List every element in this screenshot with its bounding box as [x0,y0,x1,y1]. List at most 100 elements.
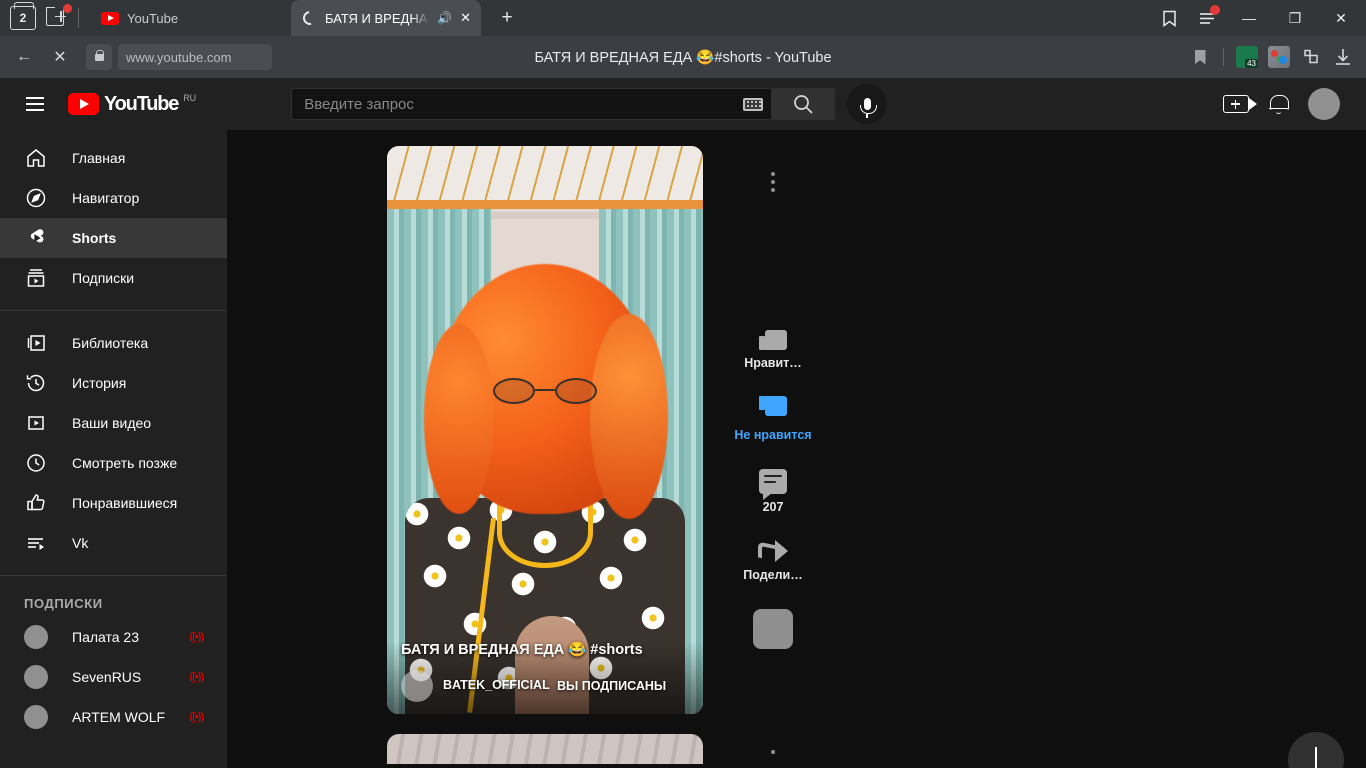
sidebar-item-watch-later[interactable]: Смотреть позже [0,443,227,483]
subscription-item[interactable]: SevenRUS ((•)) [0,657,227,697]
comments-button[interactable]: 207 [729,468,817,514]
youtube-logo-text: YouTube [104,93,179,115]
sidebar-item-label: Библиотека [72,335,149,351]
compass-icon [24,186,48,210]
sidebar-item-subscriptions[interactable]: Подписки [0,258,227,298]
window-controls-group: — ❐ ✕ [1152,0,1366,36]
voice-search-button[interactable] [847,84,888,124]
short-item-current: БАТЯ И ВРЕДНАЯ ЕДА 😂 #shorts BATEK_OFFIC… [227,146,1366,714]
sidebar-item-label: Главная [72,150,126,166]
live-badge-icon: ((•)) [189,631,203,643]
shorts-action-rail: Нравит… Не нравится 207 Подели… [729,146,817,714]
tab-strip: 2 YouTube БАТЯ И ВРЕДНАЯ ЕДА 🔊 ✕ + [0,0,1366,36]
sidebar-item-your-videos[interactable]: Ваши видео [0,403,227,443]
menu-icon[interactable] [1190,3,1224,33]
share-button[interactable]: Подели… [729,540,817,582]
your-videos-icon [24,411,48,435]
shorts-video-player[interactable]: БАТЯ И ВРЕДНАЯ ЕДА 😂 #shorts BATEK_OFFIC… [387,146,703,714]
channel-avatar [24,705,48,729]
youtube-body: Главная Навигатор Shorts Подписки Библио… [0,130,1366,768]
subscription-item[interactable]: Палата 23 ((•)) [0,617,227,657]
search-button[interactable] [771,88,836,120]
tab-audio-icon[interactable]: 🔊 [437,11,452,25]
account-avatar[interactable] [1308,88,1340,120]
reading-list-icon[interactable] [1152,3,1186,33]
url-input[interactable]: www.youtube.com [118,44,272,70]
sidebar-item-label: Shorts [72,230,117,246]
channel-name: SevenRUS [72,669,142,685]
sidebar-item-shorts[interactable]: Shorts [0,218,227,258]
channel-name: Палата 23 [72,629,139,645]
puzzle-extension-icon[interactable] [1264,42,1294,72]
downloads-icon[interactable] [1328,42,1358,72]
channel-row: BATEK_OFFICIAL ВЫ ПОДПИСАНЫ [401,670,689,702]
new-tab-group-icon[interactable] [46,4,72,29]
channel-avatar[interactable] [401,670,433,702]
arrow-down-icon [1308,747,1324,768]
tab-close-icon[interactable]: ✕ [460,10,471,26]
browser-tab-active-short[interactable]: БАТЯ И ВРЕДНАЯ ЕДА 🔊 ✕ [291,0,481,36]
sidebar-item-liked[interactable]: Понравившиеся [0,483,227,523]
stop-loading-button[interactable]: ✕ [44,41,76,73]
dislike-button[interactable]: Не нравится [729,396,817,442]
thumbs-down-icon [759,396,787,422]
lock-icon[interactable] [86,44,112,70]
notification-dot [63,4,72,13]
rail-action-buttons: Нравит… Не нравится 207 Подели… [729,324,817,649]
sound-thumbnail-button[interactable] [729,608,817,649]
sidebar-item-label: Понравившиеся [72,495,178,511]
sidebar-item-label: История [72,375,127,391]
comments-count: 207 [762,499,784,514]
hamburger-menu-icon[interactable] [26,92,50,116]
tab-separator [78,8,79,28]
channel-name[interactable]: BATEK_OFFICIAL [443,678,550,694]
toolbar-separator [1223,48,1224,66]
notifications-bell-icon[interactable] [1269,94,1289,115]
next-more-options-button[interactable] [729,734,817,764]
close-window-button[interactable]: ✕ [1320,0,1362,36]
sidebar-item-home[interactable]: Главная [0,138,227,178]
window-count-badge[interactable]: 2 [10,2,36,30]
share-label: Подели… [743,568,803,583]
three-dot-menu-icon [771,172,775,192]
sidebar-item-library[interactable]: Библиотека [0,323,227,363]
shorts-icon [24,226,48,250]
youtube-logo[interactable]: YouTube RU [68,93,196,115]
search-input[interactable]: Введите запрос [291,88,772,120]
sidebar: Главная Навигатор Shorts Подписки Библио… [0,130,227,768]
minimize-button[interactable]: — [1228,0,1270,36]
next-short-column [387,734,703,764]
more-options-button[interactable] [729,146,817,202]
maximize-button[interactable]: ❐ [1274,0,1316,36]
keyboard-icon[interactable] [743,97,764,111]
address-bar[interactable]: www.youtube.com [86,44,272,70]
new-tab-button[interactable]: + [493,4,521,32]
subscribe-button[interactable]: ВЫ ПОДПИСАНЫ [557,679,666,693]
subscription-item[interactable]: ARTEM WOLF ((•)) [0,697,227,737]
toolbar-right-icons [1185,42,1358,72]
tab-title: YouTube [127,10,179,26]
bookmark-icon[interactable] [1185,42,1215,72]
sidebar-item-history[interactable]: История [0,363,227,403]
video-info-overlay: БАТЯ И ВРЕДНАЯ ЕДА 😂 #shorts BATEK_OFFIC… [387,641,703,714]
browser-tab-youtube[interactable]: YouTube [91,0,291,36]
create-video-icon[interactable] [1223,95,1257,113]
shorts-feed[interactable]: БАТЯ И ВРЕДНАЯ ЕДА 😂 #shorts BATEK_OFFIC… [227,130,1366,768]
adblock-extension-icon[interactable] [1232,42,1262,72]
three-dot-menu-icon [771,750,775,764]
short-item-next [227,734,1366,764]
watch-later-icon [24,451,48,475]
sidebar-item-explore[interactable]: Навигатор [0,178,227,218]
next-video-preview[interactable] [387,734,703,764]
video-frame-image [387,146,703,714]
sidebar-item-vk[interactable]: Vk [0,523,227,563]
audio-thumbnail-icon [753,608,793,649]
sidebar-divider [0,575,227,576]
thumbs-up-icon [759,324,787,350]
like-button[interactable]: Нравит… [729,324,817,370]
library-icon [24,331,48,355]
comment-icon [759,468,787,500]
extensions-icon[interactable] [1296,42,1326,72]
live-badge-icon: ((•)) [189,671,203,683]
back-button[interactable]: ← [8,41,40,73]
